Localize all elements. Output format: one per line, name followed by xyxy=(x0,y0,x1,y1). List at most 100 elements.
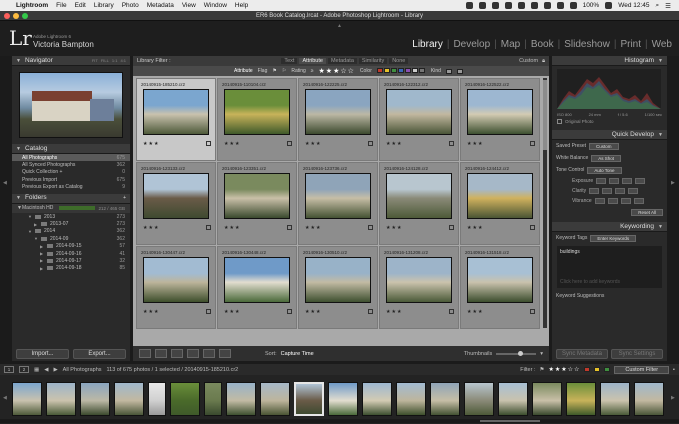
white-balance-select[interactable]: As Shot xyxy=(591,154,622,162)
battery-icon[interactable] xyxy=(605,2,613,9)
cell-rating-stars[interactable]: ★★★ xyxy=(305,225,321,231)
cell-rating-stars[interactable]: ★★★ xyxy=(305,309,321,315)
auto-tone-button[interactable]: Auto Tone xyxy=(587,166,622,174)
kind-virtual-icon[interactable] xyxy=(456,68,463,74)
menu-edit[interactable]: Edit xyxy=(75,2,86,9)
color-filter-red[interactable] xyxy=(584,367,591,372)
color-label-swatch[interactable] xyxy=(418,67,425,73)
cell-rating-stars[interactable]: ★★★ xyxy=(224,309,240,315)
filmstrip-thumbnail[interactable] xyxy=(600,382,630,416)
back-arrow-icon[interactable]: ◀ xyxy=(44,367,48,373)
menu-lightroom[interactable]: Lightroom xyxy=(16,2,48,9)
keywording-header[interactable]: Keywording ▼ xyxy=(552,222,667,232)
collapse-triangle-icon[interactable]: ▼ xyxy=(16,56,21,66)
collapse-triangle-icon[interactable]: ▼ xyxy=(16,144,21,154)
expand-triangle-icon[interactable]: ▶ xyxy=(40,258,47,263)
rotate-icon[interactable] xyxy=(368,225,373,230)
filmstrip-scrollbar[interactable] xyxy=(0,419,679,423)
wifi-icon[interactable] xyxy=(556,2,564,9)
rotate-icon[interactable] xyxy=(206,141,211,146)
photo-thumbnail[interactable] xyxy=(305,173,371,219)
status-icon[interactable] xyxy=(478,2,486,9)
module-library[interactable]: Library xyxy=(409,39,446,50)
increase-button[interactable] xyxy=(620,198,631,204)
filter-tab-text[interactable]: Text xyxy=(281,58,298,64)
color-filter-green[interactable] xyxy=(604,367,611,372)
catalog-item[interactable]: All Photographs 675 xyxy=(12,154,130,162)
photo-thumbnail[interactable] xyxy=(467,257,533,303)
minimize-window-icon[interactable] xyxy=(13,13,19,19)
status-icon[interactable] xyxy=(517,2,525,9)
module-book[interactable]: Book xyxy=(528,39,557,50)
color-label-swatch[interactable] xyxy=(397,67,404,73)
expand-triangle-icon[interactable]: ▶ xyxy=(40,244,47,249)
painter-button[interactable] xyxy=(219,349,231,358)
folders-header[interactable]: ▼ Folders + xyxy=(12,193,130,204)
cell-rating-stars[interactable]: ★★★ xyxy=(224,225,240,231)
navigator-preview[interactable] xyxy=(19,72,123,138)
grid-view-button[interactable] xyxy=(139,349,151,358)
rotate-icon[interactable] xyxy=(530,309,535,314)
clock[interactable]: Wed 12:45 xyxy=(618,2,649,9)
menu-list-icon[interactable]: ☰ xyxy=(665,2,671,10)
filmstrip-thumbnail[interactable] xyxy=(362,382,392,416)
menu-metadata[interactable]: Metadata xyxy=(147,2,174,9)
expand-triangle-icon[interactable]: ▼ xyxy=(28,214,35,219)
custom-filter-select[interactable]: Custom Filter xyxy=(614,365,670,374)
grid-cell[interactable]: 20140916-130447.cr2 ★★★ xyxy=(136,246,216,329)
grid-cell[interactable]: 20140916-130510.cr2 ★★★ xyxy=(298,246,378,329)
search-icon[interactable]: ⌕ xyxy=(656,2,660,10)
photo-thumbnail[interactable] xyxy=(386,89,452,135)
import-button[interactable]: Import... xyxy=(16,349,69,359)
volume-row[interactable]: ▼ Macintosh HD 212 / 465 GB xyxy=(12,203,130,213)
filmstrip-thumbnail[interactable] xyxy=(430,382,460,416)
photo-thumbnail[interactable] xyxy=(143,173,209,219)
top-panel-toggle-icon[interactable]: ▲ xyxy=(337,23,342,29)
status-icon[interactable] xyxy=(491,2,499,9)
decrease-button[interactable] xyxy=(609,178,620,184)
photo-thumbnail[interactable] xyxy=(305,89,371,135)
grid-cell[interactable]: 20140916-122225.cr2 ★★★ xyxy=(298,78,378,161)
photo-thumbnail[interactable] xyxy=(143,257,209,303)
decrease-large-button[interactable] xyxy=(594,198,605,204)
photo-thumbnail[interactable] xyxy=(467,173,533,219)
zoom-window-icon[interactable] xyxy=(22,13,28,19)
grid-cell[interactable]: 20140916-123736.cr2 ★★★ xyxy=(298,162,378,245)
menu-file[interactable]: File xyxy=(56,2,66,9)
photo-thumbnail[interactable] xyxy=(467,89,533,135)
quick-develop-header[interactable]: Quick Develop ▼ xyxy=(552,130,667,140)
filmstrip-thumbnail[interactable] xyxy=(260,382,290,416)
photo-thumbnail[interactable] xyxy=(224,89,290,135)
primary-display-button[interactable]: 1 xyxy=(4,366,14,373)
module-print[interactable]: Print xyxy=(617,39,644,50)
photo-thumbnail[interactable] xyxy=(224,173,290,219)
rotate-icon[interactable] xyxy=(449,309,454,314)
photo-thumbnail[interactable] xyxy=(143,89,209,135)
right-panel-toggle-icon[interactable]: ▶ xyxy=(671,180,675,186)
expand-triangle-icon[interactable]: ▼ xyxy=(28,229,35,234)
color-label-swatch[interactable] xyxy=(383,67,390,73)
rotate-icon[interactable] xyxy=(287,141,292,146)
sync-metadata-button[interactable]: Sync Metadata xyxy=(556,349,608,359)
thumbnail-size-slider[interactable] xyxy=(496,350,537,356)
filmstrip-thumbnail[interactable] xyxy=(46,382,76,416)
decrease-large-button[interactable] xyxy=(596,178,607,184)
folder-item[interactable]: ▶ 2013-07 273 xyxy=(12,220,130,227)
filter-lock-icon[interactable]: ▪ xyxy=(673,367,675,373)
sync-settings-button[interactable]: Sync Settings xyxy=(611,349,663,359)
lock-icon[interactable]: 🔒︎ xyxy=(542,58,545,65)
filmstrip-thumbnail[interactable] xyxy=(532,382,562,416)
filmstrip-thumbnail[interactable] xyxy=(634,382,664,416)
rotate-icon[interactable] xyxy=(368,141,373,146)
grid-cell[interactable]: 20140916-124128.cr2 ★★★ xyxy=(379,162,459,245)
color-label-swatch[interactable] xyxy=(390,67,397,73)
zoom-1-1[interactable]: 1:1 xyxy=(112,56,118,66)
grid-cell[interactable]: 20140916-124412.cr2 ★★★ xyxy=(460,162,540,245)
rotate-icon[interactable] xyxy=(449,225,454,230)
color-label-swatch[interactable] xyxy=(376,67,383,73)
status-icon[interactable] xyxy=(530,2,538,9)
rotate-icon[interactable] xyxy=(287,225,292,230)
expand-triangle-icon[interactable]: ▶ xyxy=(34,222,41,227)
filmstrip-source[interactable]: All Photographs xyxy=(63,367,102,373)
grid-icon[interactable]: ▦ xyxy=(34,367,39,373)
